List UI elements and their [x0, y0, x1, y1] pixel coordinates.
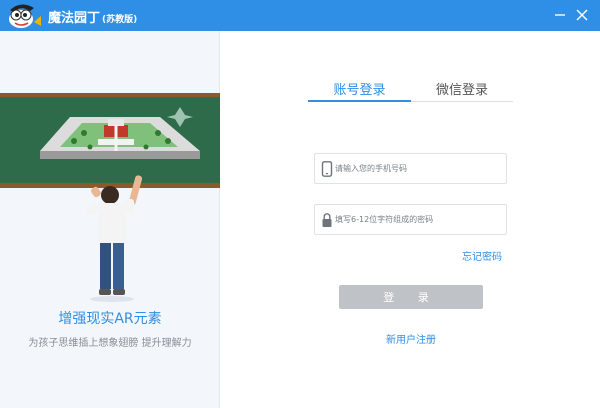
register-link[interactable]: 新用户注册	[386, 331, 436, 346]
tab-wechat-login[interactable]: 微信登录	[411, 79, 513, 103]
login-button[interactable]: 登 录	[339, 285, 483, 309]
tab-active-indicator	[308, 100, 411, 102]
close-button[interactable]	[573, 6, 591, 24]
app-title: 魔法园丁 (苏教版)	[48, 7, 137, 26]
promo-panel: 增强现实AR元素 为孩子思维插上想象翅膀 提升理解力	[0, 31, 220, 408]
app-edition: (苏教版)	[102, 15, 138, 25]
password-field[interactable]	[314, 204, 507, 235]
forgot-password-link[interactable]: 忘记密码	[462, 248, 502, 263]
ar-illustration	[0, 93, 220, 302]
promo-title: 增强现实AR元素	[58, 311, 162, 327]
password-input[interactable]	[335, 206, 503, 233]
phone-field[interactable]	[314, 153, 507, 184]
phone-input[interactable]	[335, 155, 503, 182]
minimize-icon	[555, 14, 565, 16]
phone-icon	[321, 161, 333, 177]
close-icon	[576, 9, 588, 21]
promo-subtitle: 为孩子思维插上想象翅膀 提升理解力	[28, 338, 192, 349]
title-bar: 魔法园丁 (苏教版)	[0, 0, 600, 31]
minimize-button[interactable]	[551, 6, 569, 24]
lock-icon	[322, 213, 332, 227]
app-name: 魔法园丁	[48, 11, 101, 26]
app-logo-icon	[9, 4, 41, 28]
